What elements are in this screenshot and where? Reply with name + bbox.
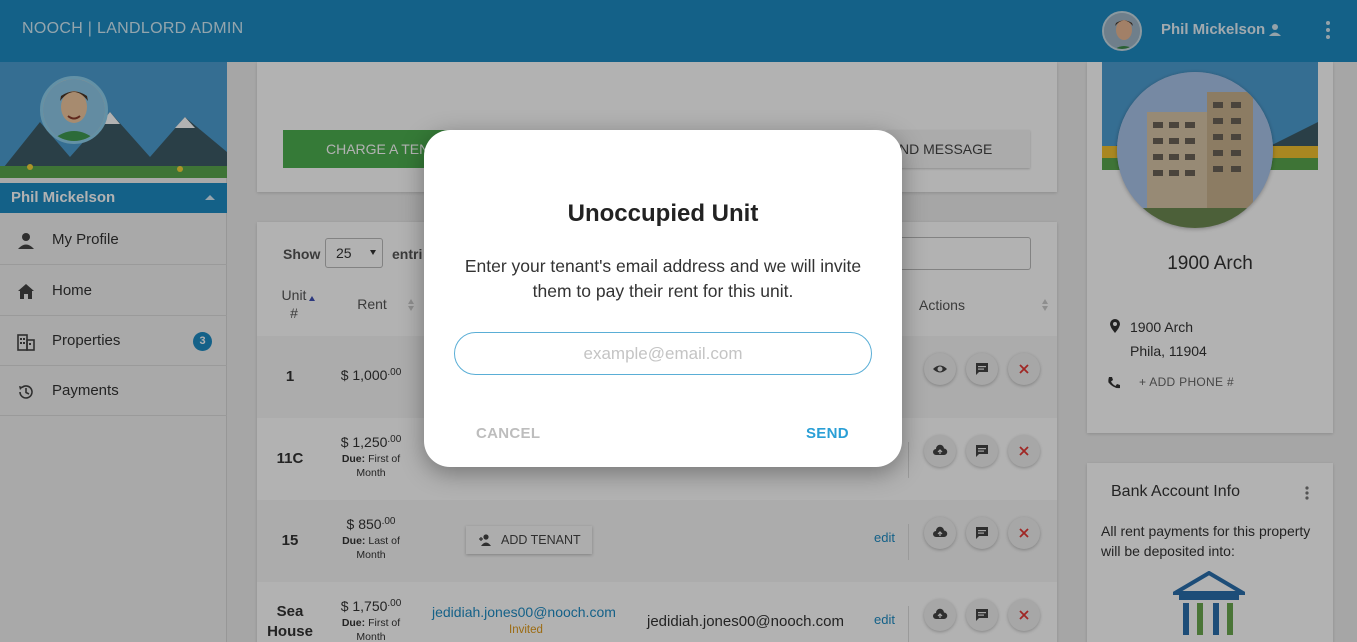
- send-button[interactable]: SEND: [806, 425, 849, 442]
- unoccupied-unit-dialog: Unoccupied Unit Enter your tenant's emai…: [424, 130, 902, 467]
- dialog-title: Unoccupied Unit: [567, 200, 759, 227]
- cancel-button[interactable]: CANCEL: [476, 425, 540, 442]
- tenant-email-input[interactable]: [454, 332, 872, 375]
- dialog-message: Enter your tenant's email address and we…: [464, 256, 862, 301]
